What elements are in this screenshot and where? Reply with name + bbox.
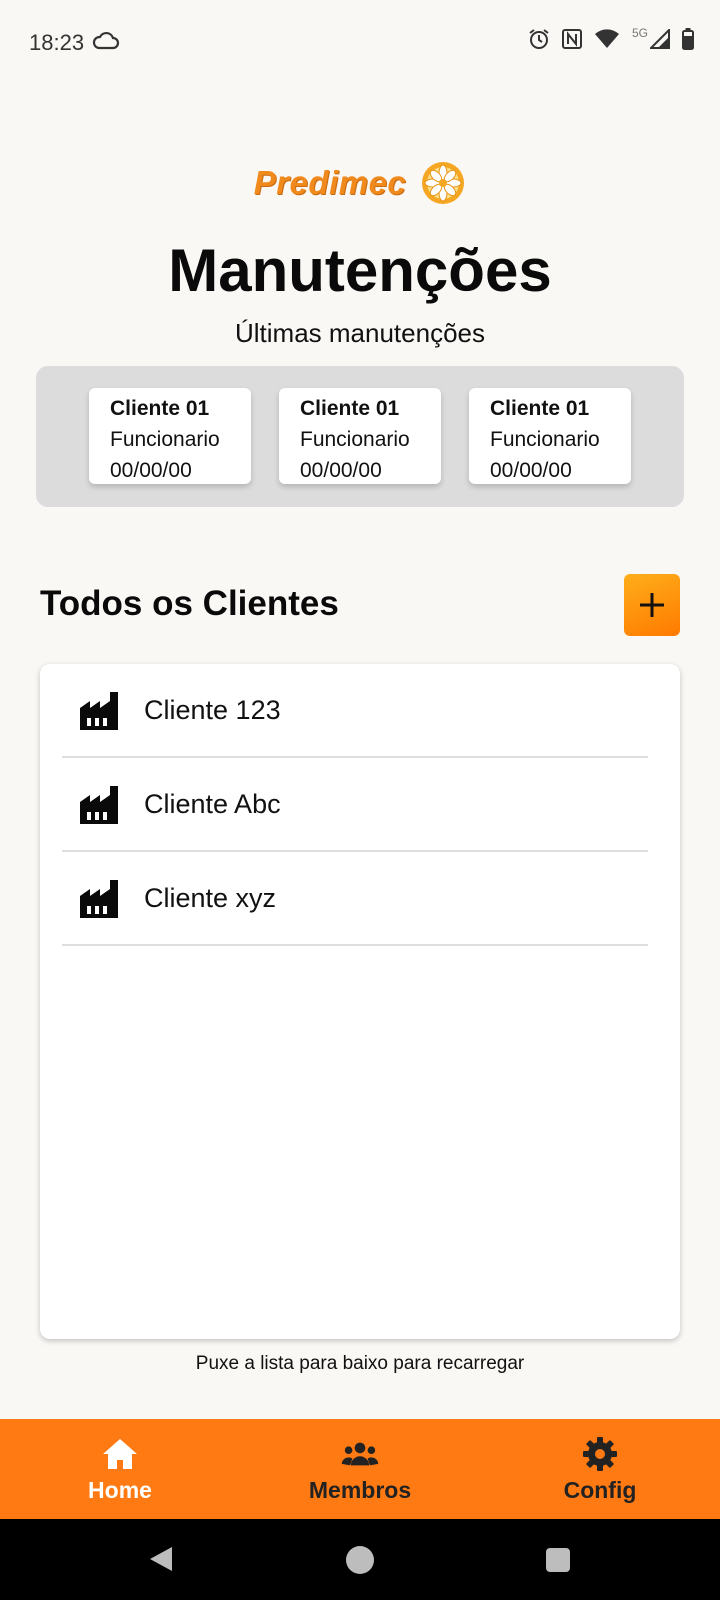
client-list-item[interactable]: Cliente Abc — [62, 758, 648, 852]
network-type: 5G — [631, 26, 648, 40]
add-client-button[interactable] — [624, 574, 680, 636]
users-icon — [341, 1442, 379, 1466]
pull-to-refresh-hint: Puxe a lista para baixo para recarregar — [195, 1353, 525, 1374]
recent-card-employee: Funcionario — [110, 428, 220, 451]
client-list-item[interactable]: Cliente 123 — [62, 664, 648, 758]
status-time: 18:23 — [29, 30, 85, 55]
plus-icon — [640, 593, 664, 617]
recent-card-client: Cliente 01 — [110, 397, 210, 420]
recents-icon[interactable] — [546, 1548, 570, 1572]
nav-members[interactable]: Membros — [240, 1419, 480, 1519]
app-logo: Predimec — [0, 160, 720, 210]
logo-text: Predimec — [253, 164, 407, 201]
page-title: Manutenções — [168, 237, 552, 304]
recent-card-employee: Funcionario — [300, 428, 410, 451]
recent-maintenance-card[interactable]: Cliente 01 Funcionario 00/00/00 — [89, 388, 251, 484]
system-nav-bar — [0, 1519, 720, 1600]
wifi-icon — [594, 29, 619, 48]
factory-icon — [80, 786, 118, 824]
nav-config-label: Config — [563, 1477, 637, 1503]
recent-maintenance-card[interactable]: Cliente 01 Funcionario 00/00/00 — [279, 388, 441, 484]
factory-icon — [80, 692, 118, 730]
recent-card-client: Cliente 01 — [490, 397, 590, 420]
gear-icon — [583, 1437, 617, 1471]
home-icon — [103, 1439, 137, 1469]
bottom-nav: Home Membros Config — [0, 1419, 720, 1519]
recent-card-date: 00/00/00 — [490, 459, 572, 482]
nfc-icon — [561, 29, 582, 49]
recent-card-date: 00/00/00 — [110, 459, 192, 482]
recent-card-client: Cliente 01 — [300, 397, 400, 420]
logo-mark-icon — [422, 162, 465, 204]
recent-card-date: 00/00/00 — [300, 459, 382, 482]
recent-maintenances-panel: Cliente 01 Funcionario 00/00/00 Cliente … — [36, 366, 684, 507]
client-list[interactable]: Cliente 123 Cliente Abc Cliente xyz — [40, 664, 680, 1339]
nav-home-label: Home — [88, 1477, 152, 1503]
cloud-icon — [92, 31, 120, 50]
status-bar: 18:23 5G — [0, 0, 720, 86]
recent-card-employee: Funcionario — [490, 428, 600, 451]
page-subtitle: Últimas manutenções — [235, 318, 485, 348]
client-name: Cliente Abc — [144, 788, 281, 819]
home-system-icon[interactable] — [346, 1546, 374, 1574]
alarm-icon — [529, 29, 549, 49]
recent-maintenance-card[interactable]: Cliente 01 Funcionario 00/00/00 — [469, 388, 631, 484]
signal-icon — [650, 29, 670, 49]
back-icon[interactable] — [148, 1545, 174, 1573]
nav-config[interactable]: Config — [480, 1419, 720, 1519]
client-name: Cliente 123 — [144, 694, 281, 725]
client-list-item[interactable]: Cliente xyz — [62, 852, 648, 946]
nav-home[interactable]: Home — [0, 1419, 240, 1519]
status-icons: 5G — [528, 26, 694, 50]
clients-section-title: Todos os Clientes — [40, 584, 339, 623]
battery-icon — [682, 28, 694, 50]
factory-icon — [80, 880, 118, 918]
client-name: Cliente xyz — [144, 882, 277, 913]
nav-members-label: Membros — [308, 1477, 412, 1503]
